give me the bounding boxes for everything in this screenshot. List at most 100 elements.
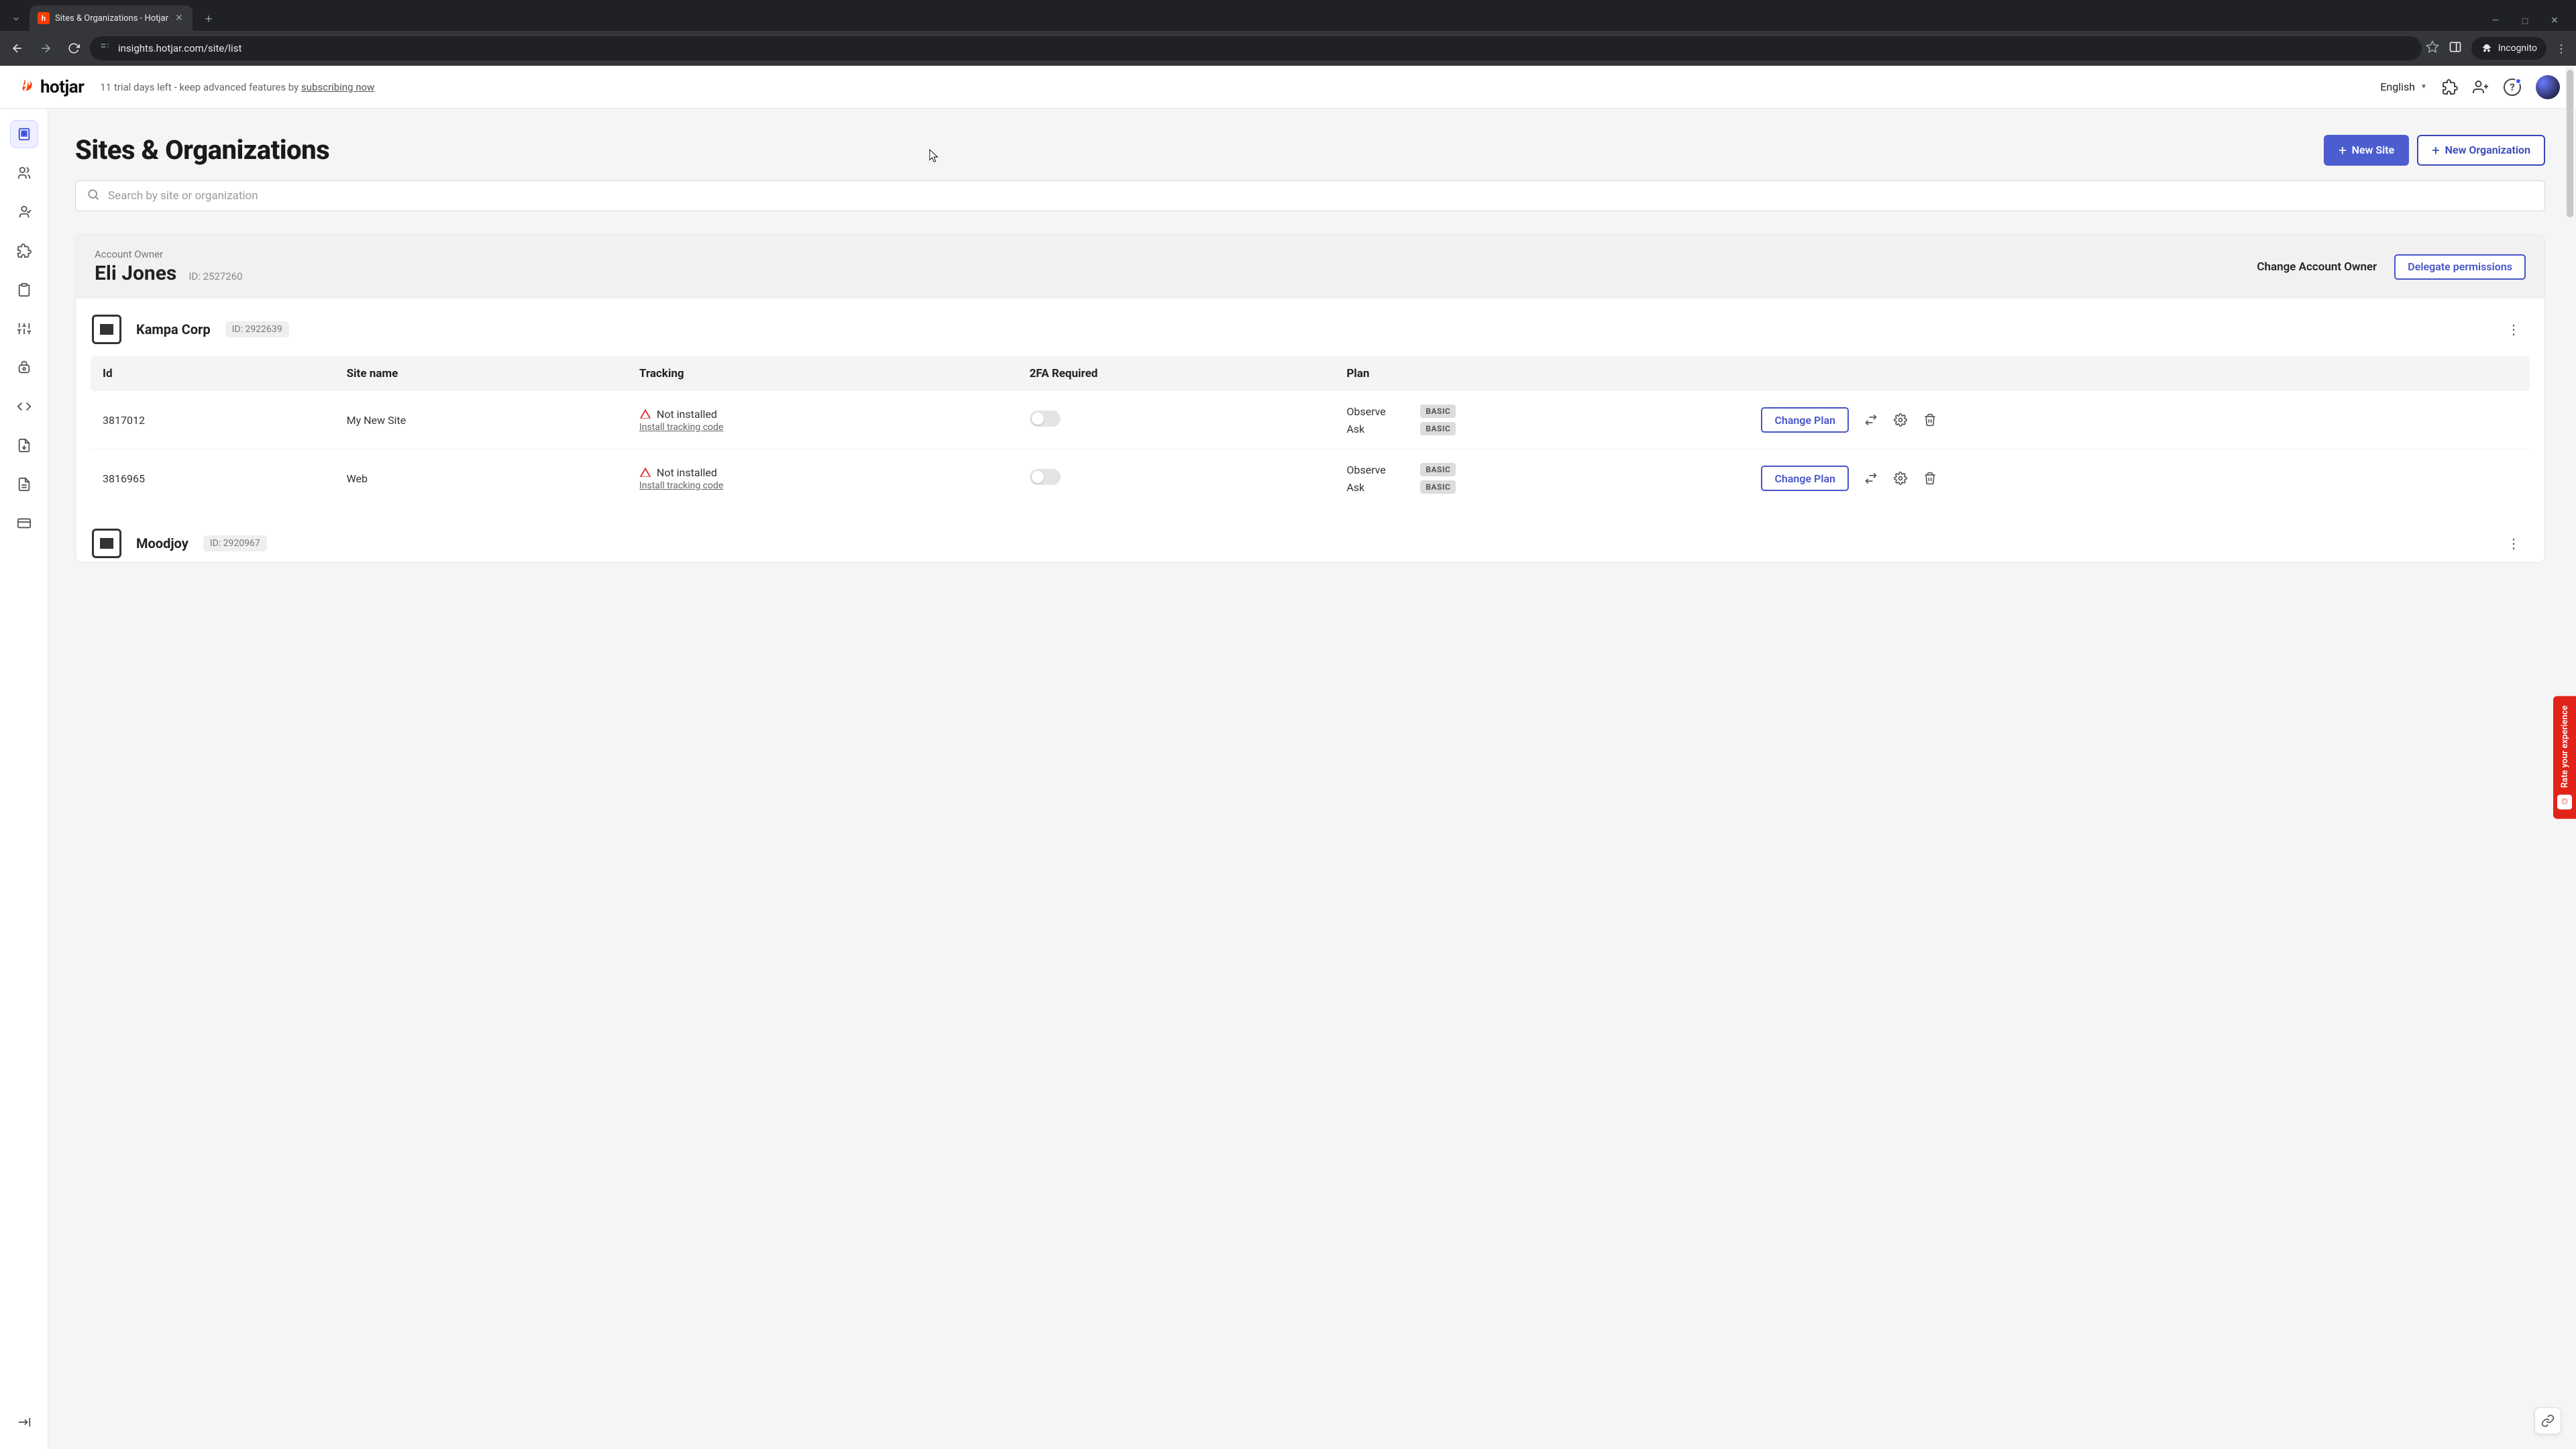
hotjar-favicon: h bbox=[38, 12, 50, 24]
organization-block: Kampa Corp ID: 2922639 ⋮ Id Site name Tr… bbox=[76, 299, 2544, 513]
nav-export-file-icon[interactable] bbox=[11, 432, 38, 459]
site-row: 3816965 Web Not installed bbox=[91, 449, 2530, 508]
tab-title: Sites & Organizations - Hotjar bbox=[55, 13, 168, 23]
account-owner-label: Account Owner bbox=[95, 248, 243, 260]
plus-icon: + bbox=[2432, 142, 2439, 158]
subscribe-link[interactable]: subscribing now bbox=[301, 81, 374, 93]
nav-account-users-icon[interactable] bbox=[11, 199, 38, 225]
new-site-button[interactable]: + New Site bbox=[2324, 135, 2409, 166]
delete-site-icon[interactable] bbox=[1923, 413, 1937, 427]
bookmark-star-icon[interactable] bbox=[2426, 40, 2439, 56]
nav-code-icon[interactable] bbox=[11, 393, 38, 420]
site-name: Web bbox=[335, 449, 627, 508]
trial-banner: 11 trial days left - keep advanced featu… bbox=[100, 81, 374, 93]
nav-sites-icon[interactable] bbox=[11, 121, 38, 148]
search-input[interactable] bbox=[108, 189, 2534, 203]
tab-close-button[interactable]: ✕ bbox=[174, 11, 184, 25]
app-topbar: hotjar 11 trial days left - keep advance… bbox=[0, 66, 2576, 109]
nav-settings-sliders-icon[interactable] bbox=[11, 315, 38, 342]
nav-privacy-lock-icon[interactable] bbox=[11, 354, 38, 381]
url-text: insights.hotjar.com/site/list bbox=[118, 42, 241, 54]
plus-icon: + bbox=[2339, 142, 2346, 158]
language-selector[interactable]: English ▼ bbox=[2380, 80, 2427, 93]
2fa-toggle[interactable] bbox=[1030, 411, 1061, 427]
change-account-owner-link[interactable]: Change Account Owner bbox=[2257, 260, 2377, 274]
organization-id-badge: ID: 2920967 bbox=[203, 535, 267, 551]
incognito-indicator[interactable]: Incognito bbox=[2471, 37, 2546, 60]
feedback-side-tab[interactable]: Rate your experience ☺ bbox=[2553, 696, 2576, 819]
nav-billing-card-icon[interactable] bbox=[11, 510, 38, 537]
nav-back-button[interactable] bbox=[5, 36, 30, 60]
site-id: 3816965 bbox=[91, 449, 335, 508]
nav-integrations-icon[interactable] bbox=[11, 237, 38, 264]
site-row: 3817012 My New Site Not installed bbox=[91, 391, 2530, 449]
copy-link-button[interactable] bbox=[2534, 1407, 2561, 1434]
organization-name: Moodjoy bbox=[136, 535, 189, 551]
window-close[interactable]: ✕ bbox=[2548, 15, 2561, 27]
plan-ask-badge: BASIC bbox=[1420, 422, 1456, 435]
language-label: English bbox=[2380, 80, 2415, 93]
tracking-status: Not installed bbox=[657, 466, 717, 479]
chevron-down-icon: ▼ bbox=[2420, 83, 2427, 91]
warning-icon bbox=[639, 466, 651, 478]
feedback-label: Rate your experience bbox=[2560, 706, 2570, 788]
trial-text: 11 trial days left - keep advanced featu… bbox=[100, 81, 301, 93]
delegate-permissions-button[interactable]: Delegate permissions bbox=[2394, 254, 2526, 280]
plan-ask-badge: BASIC bbox=[1420, 480, 1456, 494]
nav-reload-button[interactable] bbox=[62, 36, 86, 60]
change-plan-button[interactable]: Change Plan bbox=[1761, 466, 1849, 491]
new-organization-button[interactable]: + New Organization bbox=[2417, 135, 2545, 166]
change-plan-button[interactable]: Change Plan bbox=[1761, 407, 1849, 433]
col-plan: Plan bbox=[1334, 356, 1749, 391]
nav-team-icon[interactable] bbox=[11, 160, 38, 186]
install-tracking-link[interactable]: Install tracking code bbox=[639, 422, 1006, 433]
browser-toolbar: insights.hotjar.com/site/list Incognito … bbox=[0, 31, 2576, 66]
address-bar[interactable]: insights.hotjar.com/site/list bbox=[90, 36, 2422, 60]
plan-observe-label: Observe bbox=[1346, 405, 1393, 418]
transfer-site-icon[interactable] bbox=[1864, 471, 1878, 486]
account-header: Account Owner Eli Jones ID: 2527260 Chan… bbox=[76, 235, 2544, 299]
site-info-icon[interactable] bbox=[99, 42, 110, 55]
sites-table: Id Site name Tracking 2FA Required Plan bbox=[91, 356, 2530, 507]
feedback-bot-icon: ☺ bbox=[2557, 794, 2572, 809]
site-settings-icon[interactable] bbox=[1893, 413, 1908, 427]
window-maximize[interactable]: □ bbox=[2518, 15, 2532, 27]
plan-observe-label: Observe bbox=[1346, 464, 1393, 476]
install-tracking-link[interactable]: Install tracking code bbox=[639, 480, 1006, 491]
scrollbar-thumb[interactable] bbox=[2567, 109, 2573, 217]
browser-menu-button[interactable]: ⋮ bbox=[2556, 42, 2567, 55]
hotjar-logo[interactable]: hotjar bbox=[19, 77, 84, 97]
transfer-site-icon[interactable] bbox=[1864, 413, 1878, 427]
user-avatar[interactable] bbox=[2536, 75, 2560, 99]
account-owner-name: Eli Jones bbox=[95, 262, 176, 285]
tracking-status: Not installed bbox=[657, 408, 717, 421]
tab-search-button[interactable] bbox=[5, 8, 27, 30]
nav-forward-button[interactable] bbox=[34, 36, 58, 60]
hotjar-flame-icon bbox=[19, 78, 36, 96]
org-icon bbox=[92, 529, 121, 558]
organization-menu-button[interactable]: ⋮ bbox=[2502, 319, 2526, 340]
search-icon bbox=[87, 188, 100, 204]
side-panel-icon[interactable] bbox=[2449, 40, 2462, 56]
invite-user-icon[interactable] bbox=[2473, 79, 2489, 95]
site-id: 3817012 bbox=[91, 391, 335, 449]
site-settings-icon[interactable] bbox=[1893, 471, 1908, 486]
integrations-icon[interactable] bbox=[2442, 79, 2458, 95]
new-tab-button[interactable] bbox=[198, 8, 219, 30]
browser-tab-active[interactable]: h Sites & Organizations - Hotjar ✕ bbox=[30, 5, 193, 31]
nav-expand-icon[interactable] bbox=[11, 1409, 38, 1436]
search-bar[interactable] bbox=[75, 180, 2545, 211]
col-id: Id bbox=[91, 356, 335, 391]
org-icon bbox=[92, 315, 121, 344]
organization-menu-button[interactable]: ⋮ bbox=[2502, 533, 2526, 554]
help-button[interactable]: ? bbox=[2504, 78, 2521, 96]
nav-clipboard-icon[interactable] bbox=[11, 276, 38, 303]
organization-id-badge: ID: 2922639 bbox=[225, 321, 289, 337]
main-content: Sites & Organizations + New Site + New O… bbox=[48, 109, 2576, 1449]
2fa-toggle[interactable] bbox=[1030, 469, 1061, 485]
nav-invoice-icon[interactable] bbox=[11, 471, 38, 498]
plan-ask-label: Ask bbox=[1346, 423, 1393, 435]
delete-site-icon[interactable] bbox=[1923, 471, 1937, 486]
col-tracking: Tracking bbox=[627, 356, 1018, 391]
window-minimize[interactable]: — bbox=[2489, 15, 2502, 27]
